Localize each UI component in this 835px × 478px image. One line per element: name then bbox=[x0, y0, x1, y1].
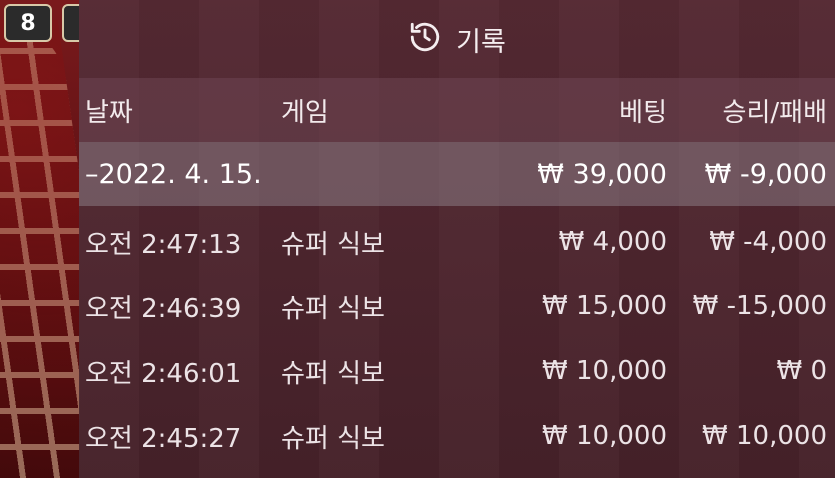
row-result: ₩ 0 bbox=[776, 356, 827, 386]
column-bet: 베팅 bbox=[619, 97, 667, 128]
row-game: 슈퍼 식보 bbox=[281, 229, 385, 260]
row-game: 슈퍼 식보 bbox=[281, 423, 385, 454]
date-group-label: –2022. 4. 15. bbox=[85, 158, 262, 190]
row-bet: ₩ 10,000 bbox=[542, 356, 667, 386]
history-panel: 기록 날짜 게임 베팅 승리/패배 –2022. 4. 15. ₩ 39,000… bbox=[79, 0, 835, 478]
row-game: 슈퍼 식보 bbox=[281, 358, 385, 389]
game-background: 8 bbox=[0, 0, 80, 478]
history-header: 기록 bbox=[79, 0, 835, 78]
row-bet: ₩ 15,000 bbox=[542, 291, 667, 321]
row-bet: ₩ 10,000 bbox=[542, 421, 667, 451]
row-time: 오전 2:46:39 bbox=[85, 293, 242, 324]
column-date: 날짜 bbox=[85, 97, 133, 128]
row-result: ₩ 10,000 bbox=[702, 421, 827, 451]
lattice-decoration bbox=[0, 20, 80, 478]
row-result: ₩ -4,000 bbox=[709, 227, 827, 257]
row-time: 오전 2:47:13 bbox=[85, 229, 242, 260]
date-group-bet-total: ₩ 39,000 bbox=[537, 158, 667, 190]
game-number-badge[interactable]: 8 bbox=[4, 4, 52, 42]
date-group-result-total: ₩ -9,000 bbox=[704, 158, 827, 190]
column-game: 게임 bbox=[281, 97, 329, 128]
history-title: 기록 bbox=[456, 26, 506, 58]
row-bet: ₩ 4,000 bbox=[558, 227, 667, 257]
column-result: 승리/패배 bbox=[722, 97, 827, 128]
table-row[interactable]: 오전 2:46:39 슈퍼 식보 ₩ 15,000 ₩ -15,000 bbox=[79, 274, 835, 338]
row-time: 오전 2:46:01 bbox=[85, 358, 242, 389]
table-row[interactable]: 오전 2:47:13 슈퍼 식보 ₩ 4,000 ₩ -4,000 bbox=[79, 210, 835, 274]
table-row[interactable]: 오전 2:46:01 슈퍼 식보 ₩ 10,000 ₩ 0 bbox=[79, 339, 835, 403]
row-game: 슈퍼 식보 bbox=[281, 293, 385, 324]
row-time: 오전 2:45:27 bbox=[85, 423, 242, 454]
table-row[interactable]: 오전 2:45:27 슈퍼 식보 ₩ 10,000 ₩ 10,000 bbox=[79, 404, 835, 468]
row-result: ₩ -15,000 bbox=[692, 291, 827, 321]
history-icon bbox=[408, 20, 442, 58]
date-group-row[interactable]: –2022. 4. 15. ₩ 39,000 ₩ -9,000 bbox=[79, 142, 835, 206]
game-badge-partial[interactable] bbox=[62, 4, 80, 42]
column-header-row: 날짜 게임 베팅 승리/패배 bbox=[79, 78, 835, 142]
